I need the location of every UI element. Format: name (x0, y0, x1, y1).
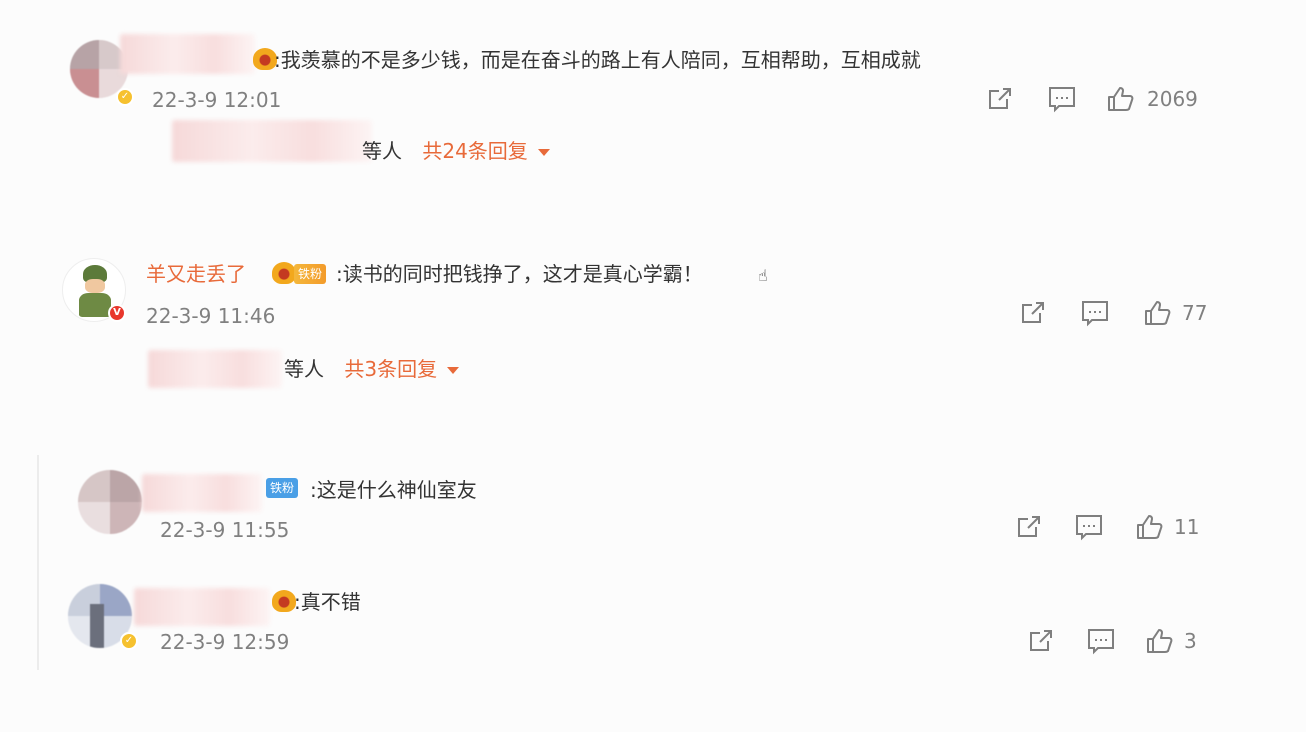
username-blurred[interactable] (134, 588, 270, 626)
comment-icon (1088, 629, 1114, 655)
like-icon (1147, 629, 1173, 653)
reply-time: 22-3-9 12:59 (160, 630, 290, 654)
share-icon (1030, 630, 1052, 651)
like-count: 3 (1184, 629, 1197, 653)
reply-text: :真不错 (294, 590, 361, 614)
verified-badge-icon: ✓ (120, 632, 138, 650)
reply-2: ✓ :真不错 22-3-9 12:59 3 (0, 0, 1306, 680)
reply-button[interactable] (1086, 626, 1116, 656)
like-button[interactable] (1144, 626, 1174, 656)
reply-actions: 3 (1026, 626, 1206, 656)
share-button[interactable] (1026, 626, 1056, 656)
crown-badge-icon (272, 590, 296, 612)
